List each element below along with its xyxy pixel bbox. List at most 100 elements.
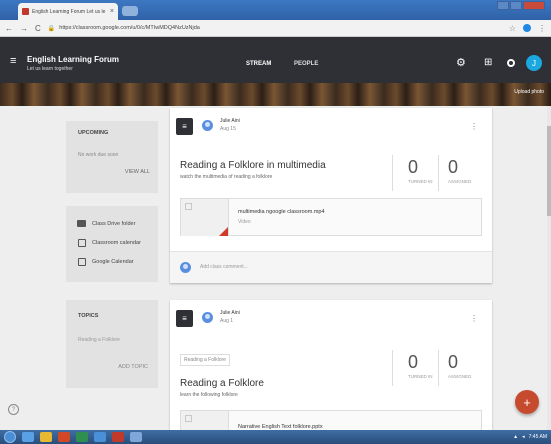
tab-stream[interactable]: STREAM [246, 61, 271, 67]
url-text: https://classroom.google.com/u/0/c/MTIwM… [59, 25, 200, 31]
turned-in-count: 0 [408, 352, 419, 372]
browser-tabstrip: English Learning Forum Let us le × [0, 0, 551, 20]
extension-icon[interactable] [523, 24, 531, 32]
post-description: watch the multimedia of reading a folklo… [180, 174, 273, 180]
clock[interactable]: 7:45 AM [529, 434, 547, 440]
attachment-name: multimedia ngoogle classroom.mp4 [238, 209, 325, 215]
class-comment-input[interactable]: Add class comment... [200, 264, 248, 270]
post-description: learn the following folklore [180, 392, 238, 398]
chrome-icon[interactable] [94, 432, 106, 442]
upload-photo-link[interactable]: Upload photo [514, 89, 544, 95]
turned-in-label: TURNED IN [408, 179, 433, 184]
topic-item[interactable]: Reading a Folklore [78, 337, 120, 343]
add-topic-button[interactable]: ADD TOPIC [118, 364, 148, 370]
calendar-icon [77, 238, 86, 247]
assignment-icon: ≡ [176, 118, 193, 135]
close-window-button[interactable] [523, 1, 545, 10]
external-calendar-icon [77, 257, 86, 266]
comment-row: Add class comment... [170, 251, 492, 283]
attachment-card[interactable]: multimedia ngoogle classroom.mp4 Video [180, 198, 482, 236]
gear-icon[interactable]: ⚙ [456, 56, 466, 69]
back-icon[interactable]: ← [5, 24, 13, 33]
author-avatar [202, 120, 213, 131]
media-icon[interactable] [112, 432, 124, 442]
attachment-type: Video [238, 219, 251, 225]
divider [392, 350, 393, 386]
turned-in-stat[interactable]: 0 TURNED IN [408, 353, 448, 379]
word-icon[interactable] [130, 432, 142, 442]
link-label: Class Drive folder [92, 220, 136, 227]
divider [438, 155, 439, 191]
turned-in-stat[interactable]: 0 TURNED IN [408, 158, 448, 184]
google-calendar-link[interactable]: Google Calendar [77, 257, 134, 266]
post-author: Julie Aini [220, 310, 240, 316]
url-field[interactable]: 🔒 https://classroom.google.com/u/0/c/MTI… [48, 22, 502, 34]
browser-menu-icon[interactable]: ⋮ [538, 24, 546, 33]
ie-icon[interactable] [22, 432, 34, 442]
assigned-stat[interactable]: 0 ASSIGNED [448, 353, 488, 379]
system-tray: ▲ ◂ 7:45 AM [513, 434, 547, 440]
new-tab-button[interactable] [122, 6, 138, 16]
divider [392, 155, 393, 191]
post-date: Aug 1 [220, 318, 234, 324]
reload-icon[interactable]: C [35, 24, 41, 33]
close-tab-icon[interactable]: × [110, 8, 114, 15]
more-options-icon[interactable]: ⋮ [470, 314, 478, 323]
video-file-icon [219, 227, 228, 236]
class-banner: Upload photo [0, 83, 551, 106]
apps-grid-icon[interactable]: ⊞ [484, 57, 492, 68]
maximize-button[interactable] [510, 1, 522, 10]
network-icon[interactable]: ▲ [513, 434, 518, 440]
powerpoint-icon[interactable] [58, 432, 70, 442]
folder-icon [77, 219, 86, 228]
classroom-calendar-link[interactable]: Classroom calendar [77, 238, 141, 247]
view-all-button[interactable]: VIEW ALL [125, 169, 150, 175]
topics-card: TOPICS Reading a Folklore ADD TOPIC [66, 300, 158, 388]
link-label: Google Calendar [92, 258, 134, 265]
start-button[interactable] [4, 431, 16, 443]
post-author: Julie Aini [220, 118, 240, 124]
commenter-avatar [180, 262, 191, 273]
browser-tab-title: English Learning Forum Let us le [32, 8, 106, 15]
class-links-card: Class Drive folder Classroom calendar Go… [66, 206, 158, 282]
assigned-count: 0 [448, 157, 459, 177]
class-subtitle: Let us learn together [27, 66, 73, 72]
address-bar: ← → C 🔒 https://classroom.google.com/u/0… [0, 20, 551, 37]
tab-people[interactable]: PEOPLE [294, 61, 318, 67]
assigned-stat[interactable]: 0 ASSIGNED [448, 158, 488, 184]
classroom-favicon-icon [22, 8, 29, 15]
class-title: English Learning Forum [27, 55, 120, 64]
post-title[interactable]: Reading a Folklore [180, 378, 264, 389]
assigned-count: 0 [448, 352, 459, 372]
forward-icon[interactable]: → [20, 24, 28, 33]
bookmark-star-icon[interactable]: ☆ [509, 24, 516, 33]
scroll-thumb[interactable] [547, 126, 551, 216]
app-icon[interactable] [76, 432, 88, 442]
notifications-circle-icon[interactable] [507, 59, 515, 67]
lock-icon: 🔒 [47, 25, 56, 32]
create-post-button[interactable]: + [515, 390, 539, 414]
avatar[interactable]: J [526, 55, 542, 71]
assignment-post: ≡ Julie Aini Aug 15 ⋮ Reading a Folklore… [170, 108, 492, 283]
help-icon[interactable]: ? [8, 404, 19, 415]
explorer-icon[interactable] [40, 432, 52, 442]
page-scrollbar[interactable] [547, 106, 551, 430]
classroom-header: ≡ English Learning Forum Let us learn to… [0, 37, 551, 83]
upcoming-status: No work due soon [78, 152, 119, 158]
class-drive-folder-link[interactable]: Class Drive folder [77, 219, 135, 228]
window-controls [497, 1, 545, 10]
topic-chip[interactable]: Reading a Folklore [180, 354, 230, 366]
link-label: Classroom calendar [92, 239, 141, 246]
minimize-button[interactable] [497, 1, 509, 10]
more-options-icon[interactable]: ⋮ [470, 122, 478, 131]
hamburger-menu-icon[interactable]: ≡ [10, 56, 16, 67]
volume-icon[interactable]: ◂ [522, 434, 525, 440]
browser-tab[interactable]: English Learning Forum Let us le × [18, 3, 118, 20]
attachment-thumbnail [181, 199, 229, 236]
windows-taskbar: ▲ ◂ 7:45 AM [0, 430, 551, 444]
divider [438, 350, 439, 386]
post-header: ≡ Julie Aini Aug 15 ⋮ [170, 108, 492, 144]
upcoming-card: UPCOMING No work due soon VIEW ALL [66, 121, 158, 193]
author-avatar [202, 312, 213, 323]
post-title[interactable]: Reading a Folklore in multimedia [180, 160, 326, 171]
